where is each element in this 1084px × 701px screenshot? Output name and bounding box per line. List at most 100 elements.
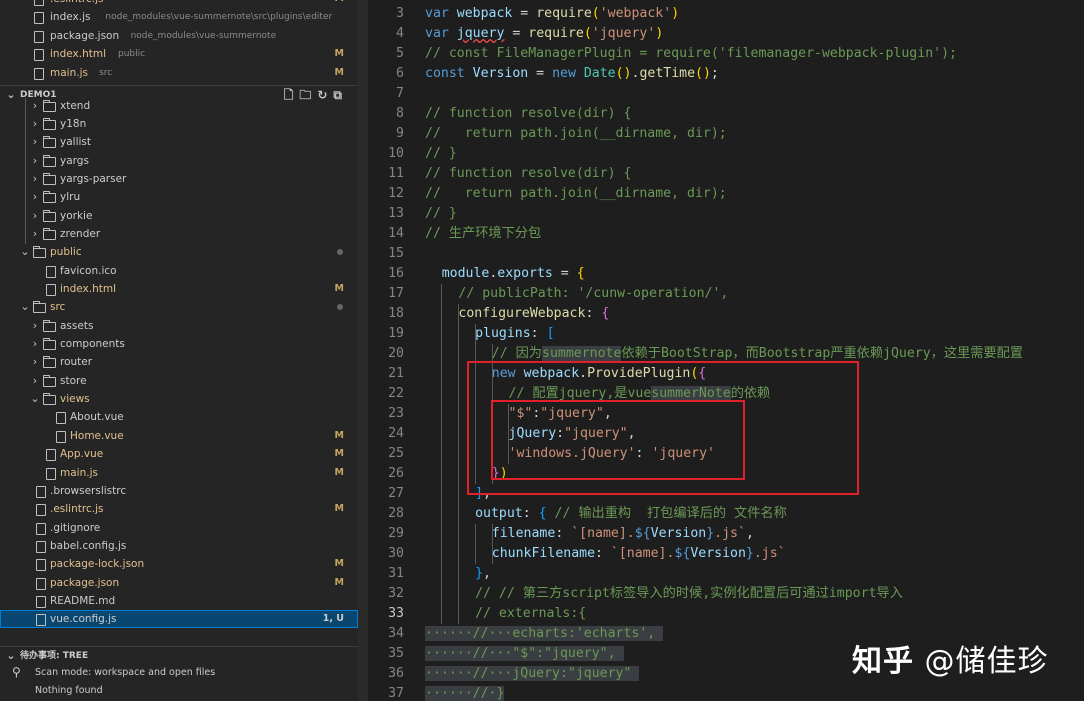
line-code: output: { // 输出重构 打包编译后的 文件名称	[475, 506, 787, 521]
tree-item-xtend[interactable]: › xtend	[0, 97, 358, 115]
file-icon	[46, 284, 56, 296]
folder-icon	[33, 246, 46, 259]
line-number: 4	[396, 26, 404, 41]
tree-item-about-vue[interactable]: About.vue	[0, 408, 358, 426]
tree-item-label: views	[60, 393, 90, 406]
modified-dot-icon	[337, 304, 343, 311]
file-icon	[36, 559, 46, 572]
folder-icon	[43, 356, 56, 369]
tree-item-label: About.vue	[70, 411, 124, 424]
code-line: 18 configureWebpack: {	[358, 304, 1084, 324]
tree-item-eslintrc-js[interactable]: .eslintrc.js M	[0, 500, 358, 518]
tree-indent-guide	[25, 98, 26, 244]
tree-item-main-js[interactable]: main.js M	[0, 464, 358, 482]
folder-icon	[43, 338, 56, 351]
open-editor-item[interactable]: package.json node_modules\vue-summernote	[0, 27, 358, 45]
tree-item-yallist[interactable]: › yallist	[0, 133, 358, 151]
chevron-right-icon: ›	[32, 226, 38, 240]
tree-item-label: public	[50, 246, 82, 259]
line-number: 28	[388, 506, 404, 521]
tree-item-label: main.js	[60, 466, 98, 479]
tree-item-vue-config-js[interactable]: vue.config.js 1, U	[0, 610, 358, 629]
open-editor-path: public	[118, 49, 146, 60]
chevron-right-icon: ›	[32, 337, 38, 351]
line-number: 24	[388, 426, 404, 441]
tree-item-y18n[interactable]: › y18n	[0, 115, 358, 133]
tree-item-babel-config-js[interactable]: babel.config.js	[0, 537, 358, 555]
file-icon	[34, 12, 44, 25]
tree-item-router[interactable]: › router	[0, 353, 358, 371]
tree-item-label: ylru	[60, 191, 81, 204]
file-icon	[56, 430, 66, 443]
todo-nothing-found: Nothing found	[0, 682, 358, 700]
search-icon: ⚲	[12, 665, 21, 679]
line-number: 12	[388, 186, 404, 201]
tree-item-public[interactable]: ⌄ public	[0, 243, 358, 261]
tree-item-favicon-ico[interactable]: favicon.ico	[0, 262, 358, 280]
line-number: 31	[388, 566, 404, 581]
tree-item-views[interactable]: ⌄ views	[0, 390, 358, 408]
chevron-down-icon: ⌄	[30, 392, 40, 406]
tree-item-yargs[interactable]: › yargs	[0, 152, 358, 170]
code-line: 28 output: { // 输出重构 打包编译后的 文件名称	[358, 504, 1084, 524]
line-code: // }	[425, 146, 457, 161]
tree-item-yorkie[interactable]: › yorkie	[0, 207, 358, 225]
folder-icon	[33, 301, 46, 314]
git-status-badge: M	[334, 448, 344, 460]
code-editor[interactable]: 3 var webpack = require('webpack') 4 var jq…	[358, 0, 1084, 701]
open-editor-item[interactable]: main.js src M	[0, 64, 358, 82]
chevron-right-icon: ›	[32, 116, 38, 130]
chevron-right-icon: ›	[32, 171, 38, 185]
folder-icon	[43, 393, 56, 406]
line-code: ······//···echarts:'echarts',	[425, 624, 664, 644]
tree-item-label: vue.config.js	[50, 613, 117, 626]
tree-item-assets[interactable]: › assets	[0, 317, 358, 335]
code-line: 17 // publicPath: '/cunw-operation/',	[358, 284, 1084, 304]
tree-item-package-lock-json[interactable]: package-lock.json M	[0, 555, 358, 573]
open-editor-item[interactable]: index.js node_modules\vue-summernote\src\…	[0, 8, 358, 26]
chevron-right-icon: ›	[32, 318, 38, 332]
line-code: // 生产环境下分包	[425, 226, 542, 241]
tree-item-browserslistrc[interactable]: .browserslistrc	[0, 482, 358, 500]
tree-item-index-html[interactable]: index.html M	[0, 280, 358, 298]
todo-section-header[interactable]: ⌄ 待办事项: TREE	[0, 646, 358, 665]
tree-item-package-json[interactable]: package.json M	[0, 574, 358, 592]
open-editor-item[interactable]: .eslintrc.js M	[0, 0, 358, 8]
code-line: 31},	[358, 564, 1084, 584]
tree-item-gitignore[interactable]: .gitignore	[0, 519, 358, 537]
tree-item-zrender[interactable]: › zrender	[0, 225, 358, 243]
line-number: 14	[388, 226, 404, 241]
todo-scan-label: Scan mode: workspace and open files	[35, 667, 216, 678]
open-editor-path: src	[99, 67, 113, 78]
watermark-author: @储佳珍	[924, 644, 1049, 679]
line-code: // publicPath: '/cunw-operation/',	[458, 286, 729, 301]
tree-item-ylru[interactable]: › ylru	[0, 188, 358, 206]
git-status-badge: M	[334, 503, 344, 515]
tree-item-label: yallist	[60, 136, 91, 149]
file-icon	[36, 540, 46, 553]
line-number: 8	[396, 106, 404, 121]
line-number: 19	[388, 326, 404, 341]
tree-item-readme-md[interactable]: README.md	[0, 592, 358, 610]
line-code: chunkFilename: `[name].${Version}.js`	[491, 546, 786, 561]
file-icon	[56, 412, 66, 425]
code-line: 10 // }	[358, 144, 1084, 164]
tree-item-store[interactable]: › store	[0, 372, 358, 390]
chevron-right-icon: ›	[32, 135, 38, 149]
file-icon	[36, 522, 46, 535]
git-status-badge: M	[334, 283, 344, 294]
open-editor-label: index.js	[50, 11, 91, 24]
file-icon	[36, 485, 46, 498]
tree-item-label: index.html	[60, 283, 116, 295]
tree-item-app-vue[interactable]: App.vue M	[0, 445, 358, 463]
tree-item-yargs-parser[interactable]: › yargs-parser	[0, 170, 358, 188]
line-number: 3	[396, 6, 404, 21]
line-number: 7	[396, 86, 404, 101]
code-line: 33 // externals:{	[358, 604, 1084, 624]
tree-item-components[interactable]: › components	[0, 335, 358, 353]
tree-item-label: router	[60, 356, 93, 369]
open-editor-item[interactable]: index.html public M	[0, 45, 358, 63]
todo-scan-mode[interactable]: ⚲ Scan mode: workspace and open files	[0, 664, 358, 682]
tree-item-src[interactable]: ⌄ src	[0, 298, 358, 316]
tree-item-home-vue[interactable]: Home.vue M	[0, 427, 358, 445]
